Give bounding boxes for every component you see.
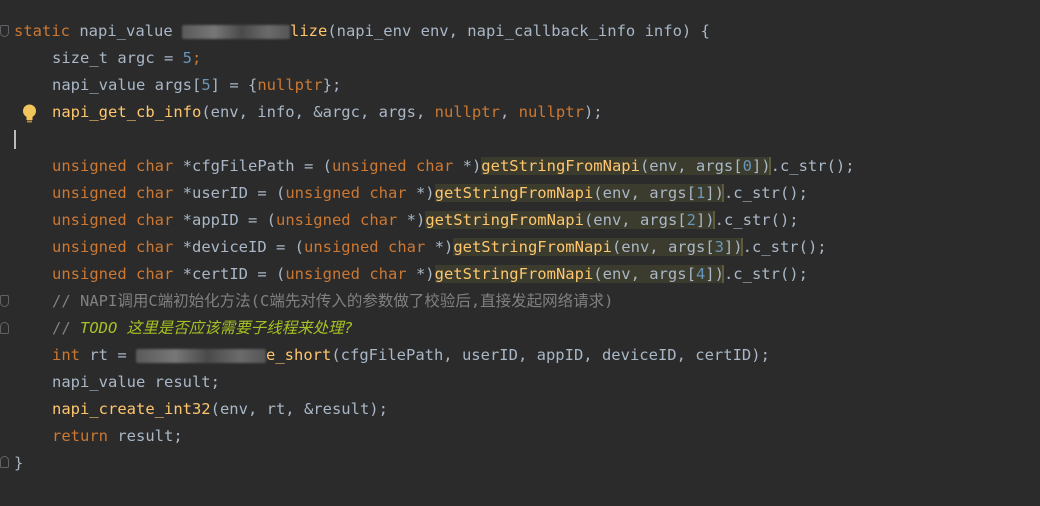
code-line-decl: unsigned char *deviceID = (unsigned char… — [52, 238, 827, 256]
fold-marker-icon[interactable] — [0, 322, 9, 334]
text-caret — [14, 130, 16, 149]
code-line-decl: unsigned char *cfgFilePath = (unsigned c… — [52, 157, 855, 175]
code-line: napi_get_cb_info(env, info, &argc, args,… — [52, 103, 603, 121]
fold-marker-icon[interactable] — [0, 456, 9, 468]
code-line-signature: static napi_value lize(napi_env env, nap… — [14, 22, 710, 40]
fold-marker-icon[interactable] — [0, 25, 9, 37]
code-comment-todo: // TODO 这里是否应该需要子线程来处理? — [52, 319, 353, 337]
code-line-decl: unsigned char *certID = (unsigned char *… — [52, 265, 808, 283]
code-line: napi_create_int32(env, rt, &result); — [52, 400, 388, 418]
redacted-text — [136, 348, 266, 363]
code-line: size_t argc = 5; — [52, 49, 202, 67]
code-line-closing-brace: } — [14, 454, 24, 472]
redacted-text — [181, 24, 290, 39]
code-line-decl: unsigned char *userID = (unsigned char *… — [52, 184, 808, 202]
code-line: napi_value result; — [52, 373, 220, 391]
code-editor[interactable]: static napi_value lize(napi_env env, nap… — [0, 0, 1040, 506]
fold-marker-icon[interactable] — [0, 295, 9, 307]
code-line: return result; — [52, 427, 183, 445]
intention-bulb-icon[interactable] — [22, 104, 37, 124]
code-comment: // NAPI调用C端初始化方法(C端先对传入的参数做了校验后,直接发起网络请求… — [52, 292, 614, 310]
code-line: int rt = e_short(cfgFilePath, userID, ap… — [52, 346, 770, 364]
code-line: napi_value args[5] = {nullptr}; — [52, 76, 342, 94]
code-line-decl: unsigned char *appID = (unsigned char *)… — [52, 211, 799, 229]
